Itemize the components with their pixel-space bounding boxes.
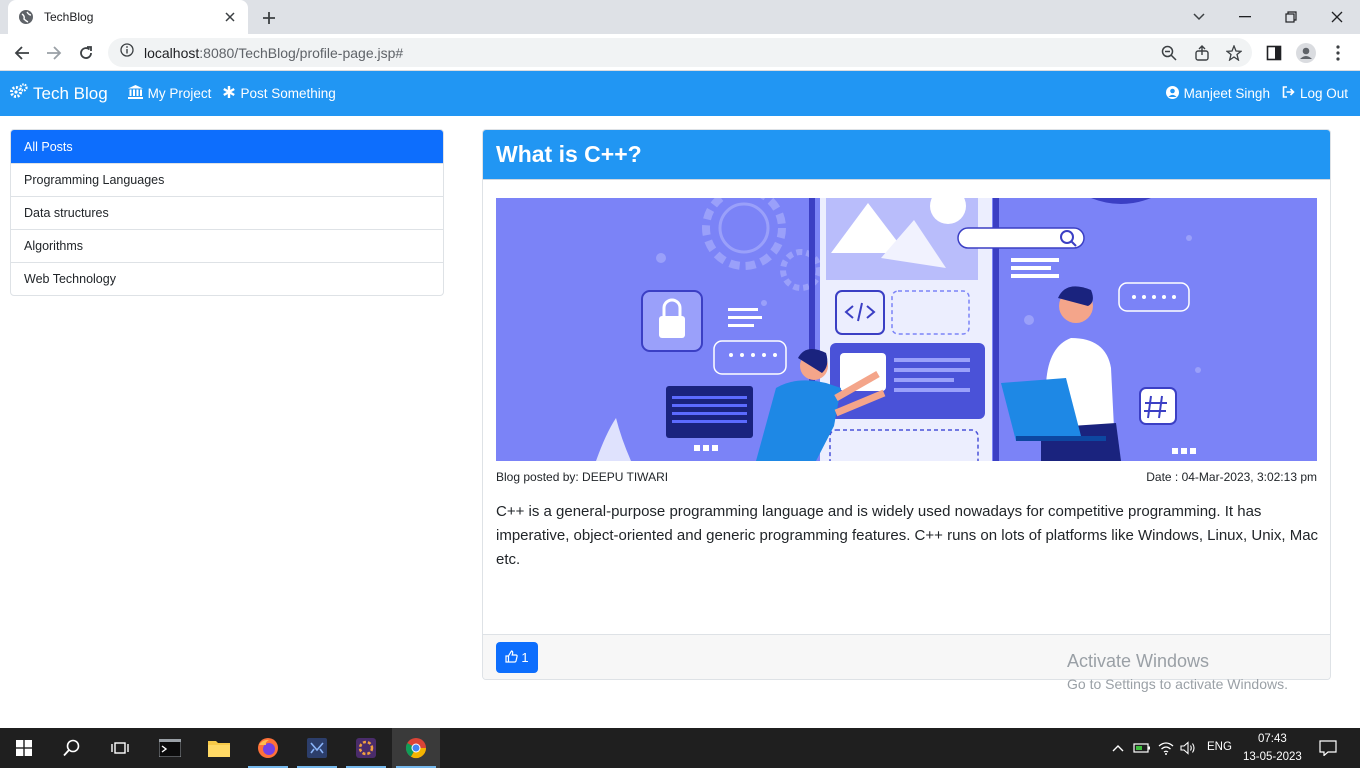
activate-windows-watermark: Activate Windows Go to Settings to activ… <box>1067 651 1288 692</box>
url-text: localhost:8080/TechBlog/profile-page.jsp… <box>144 45 403 61</box>
nav-post-something[interactable]: Post Something <box>223 86 336 101</box>
site-navbar: Tech Blog My Project Post Something Manj… <box>0 71 1360 116</box>
windows-start-icon[interactable] <box>0 728 48 768</box>
cogs-icon <box>10 83 28 104</box>
thumbs-up-icon <box>505 649 519 666</box>
back-icon[interactable] <box>9 40 35 66</box>
brand-text: Tech Blog <box>33 83 108 103</box>
minimize-icon[interactable] <box>1222 0 1268 34</box>
user-circle-icon <box>1165 85 1179 102</box>
tab-close-icon[interactable] <box>222 9 238 25</box>
category-data-structures[interactable]: Data structures <box>11 196 443 229</box>
nav-my-project[interactable]: My Project <box>127 85 212 102</box>
browser-tab[interactable]: TechBlog <box>8 0 248 34</box>
post-content: C++ is a general-purpose programming lan… <box>496 503 1319 568</box>
battery-icon[interactable] <box>1132 738 1152 758</box>
watermark-subtitle: Go to Settings to activate Windows. <box>1067 676 1288 692</box>
tray-chevron-up-icon[interactable] <box>1108 738 1128 758</box>
task-view-icon[interactable] <box>96 728 144 768</box>
zoom-icon[interactable] <box>1159 43 1179 63</box>
post-card: What is C++? Blog posted by: DEEPU TIWAR… <box>482 129 1331 680</box>
browser-menu-icon[interactable] <box>1325 40 1351 66</box>
info-icon[interactable] <box>120 43 134 62</box>
like-count: 1 <box>521 650 529 665</box>
like-button[interactable]: 1 <box>496 642 538 673</box>
category-algorithms[interactable]: Algorithms <box>11 229 443 262</box>
app-icon[interactable] <box>342 728 390 768</box>
vscode-icon[interactable] <box>293 728 341 768</box>
nav-logout[interactable]: Log Out <box>1282 86 1348 101</box>
restore-icon[interactable] <box>1268 0 1314 34</box>
asterisk-icon <box>223 86 236 101</box>
tab-search-icon[interactable] <box>1176 0 1222 34</box>
sign-out-icon <box>1282 86 1295 101</box>
url-host: localhost <box>144 44 200 61</box>
category-programming-languages[interactable]: Programming Languages <box>11 163 443 196</box>
category-list: All Posts Programming Languages Data str… <box>10 129 444 296</box>
volume-icon[interactable] <box>1178 738 1198 758</box>
search-icon[interactable] <box>48 728 96 768</box>
reload-icon[interactable] <box>73 40 99 66</box>
nav-user-name: Manjeet Singh <box>1183 86 1270 101</box>
browser-toolbar: localhost:8080/TechBlog/profile-page.jsp… <box>0 34 1360 71</box>
firefox-icon[interactable] <box>244 728 292 768</box>
language-indicator[interactable]: ENG <box>1207 741 1232 753</box>
nav-post-something-label: Post Something <box>240 86 336 101</box>
clock-time[interactable]: 07:43 <box>1258 733 1287 745</box>
tab-title: TechBlog <box>44 10 94 24</box>
post-date: Date : 04-Mar-2023, 3:02:13 pm <box>1146 470 1317 484</box>
close-window-icon[interactable] <box>1314 0 1360 34</box>
nav-my-project-label: My Project <box>147 86 212 101</box>
nav-logout-label: Log Out <box>1299 86 1348 101</box>
side-panel-icon[interactable] <box>1261 40 1287 66</box>
brand-link[interactable]: Tech Blog <box>10 83 108 104</box>
taskbar: ENG 07:43 13-05-2023 <box>0 728 1360 768</box>
globe-icon <box>18 9 34 25</box>
address-bar[interactable]: localhost:8080/TechBlog/profile-page.jsp… <box>108 38 1252 67</box>
watermark-title: Activate Windows <box>1067 651 1210 671</box>
clock-date[interactable]: 13-05-2023 <box>1243 751 1302 763</box>
category-web-technology[interactable]: Web Technology <box>11 262 443 295</box>
browser-tab-strip: TechBlog <box>0 0 1360 34</box>
forward-icon[interactable] <box>41 40 67 66</box>
bank-icon <box>127 85 143 102</box>
new-tab-icon[interactable] <box>258 7 280 29</box>
post-illustration <box>496 198 1317 461</box>
wifi-icon[interactable] <box>1156 738 1176 758</box>
file-explorer-icon[interactable] <box>195 728 243 768</box>
terminal-app-icon[interactable] <box>146 728 194 768</box>
post-title: What is C++? <box>483 130 1330 180</box>
bookmark-star-icon[interactable] <box>1224 43 1244 63</box>
notification-icon[interactable] <box>1318 738 1338 758</box>
profile-avatar-icon[interactable] <box>1293 40 1319 66</box>
nav-user-profile[interactable]: Manjeet Singh <box>1165 85 1270 102</box>
share-icon[interactable] <box>1192 43 1212 63</box>
category-all-posts[interactable]: All Posts <box>11 130 443 163</box>
post-author: Blog posted by: DEEPU TIWARI <box>496 470 669 484</box>
url-path: :8080/TechBlog/profile-page.jsp# <box>199 44 404 61</box>
chrome-icon[interactable] <box>392 728 440 768</box>
